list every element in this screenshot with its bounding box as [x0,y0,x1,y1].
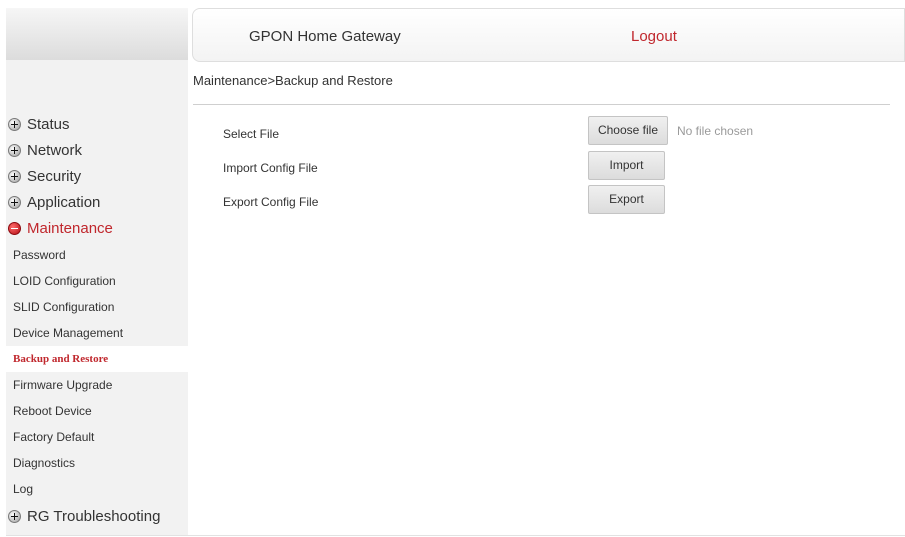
sidebar-item-security[interactable]: Security [6,164,188,190]
sidebar-subitem-backup-and-restore[interactable]: Backup and Restore [6,346,188,372]
sidebar: Status Network Security Application Main… [6,8,188,536]
sidebar-item-application[interactable]: Application [6,190,188,216]
sidebar-subitem-diagnostics[interactable]: Diagnostics [6,450,188,476]
logout-link[interactable]: Logout [631,28,677,45]
plus-circle-icon [8,196,21,209]
sidebar-subitem-loid-configuration[interactable]: LOID Configuration [6,268,188,294]
select-file-label: Select File [223,127,280,141]
sidebar-subitem-slid-configuration[interactable]: SLID Configuration [6,294,188,320]
file-status-text: No file chosen [677,124,754,138]
sidebar-subitem-reboot-device[interactable]: Reboot Device [6,398,188,424]
sidebar-item-rg-troubleshooting[interactable]: RG Troubleshooting [6,504,188,530]
sidebar-item-network[interactable]: Network [6,138,188,164]
export-config-file-label: Export Config File [223,195,319,209]
sidebar-subitem-firmware-upgrade[interactable]: Firmware Upgrade [6,372,188,398]
sidebar-item-label: RG Troubleshooting [27,508,161,525]
sidebar-subitem-log[interactable]: Log [6,476,188,502]
import-button[interactable]: Import [588,151,665,180]
plus-circle-icon [8,144,21,157]
app-title: GPON Home Gateway [249,28,401,45]
sidebar-item-status[interactable]: Status [6,112,188,138]
divider [193,104,890,105]
choose-file-button[interactable]: Choose file [588,116,668,145]
sidebar-item-label: Security [27,168,82,185]
plus-circle-icon [8,118,21,131]
plus-circle-icon [8,170,21,183]
minus-circle-icon [8,222,21,235]
sidebar-item-label: Status [27,116,70,133]
sidebar-menu: Status Network Security Application Main… [6,112,188,530]
sidebar-item-label: Network [27,142,83,159]
sidebar-item-label: Maintenance [27,220,113,237]
page: Status Network Security Application Main… [0,0,905,537]
breadcrumb: Maintenance>Backup and Restore [193,73,393,88]
sidebar-subitem-factory-default[interactable]: Factory Default [6,424,188,450]
sidebar-item-label: Application [27,194,101,211]
sidebar-subitem-password[interactable]: Password [6,242,188,268]
plus-circle-icon [8,510,21,523]
sidebar-item-maintenance[interactable]: Maintenance [6,216,188,242]
sidebar-subitem-device-management[interactable]: Device Management [6,320,188,346]
footer-divider [6,535,905,536]
logo-area [6,8,188,60]
header-bar: GPON Home Gateway Logout [192,8,905,62]
export-button[interactable]: Export [588,185,665,214]
import-config-file-label: Import Config File [223,161,318,175]
